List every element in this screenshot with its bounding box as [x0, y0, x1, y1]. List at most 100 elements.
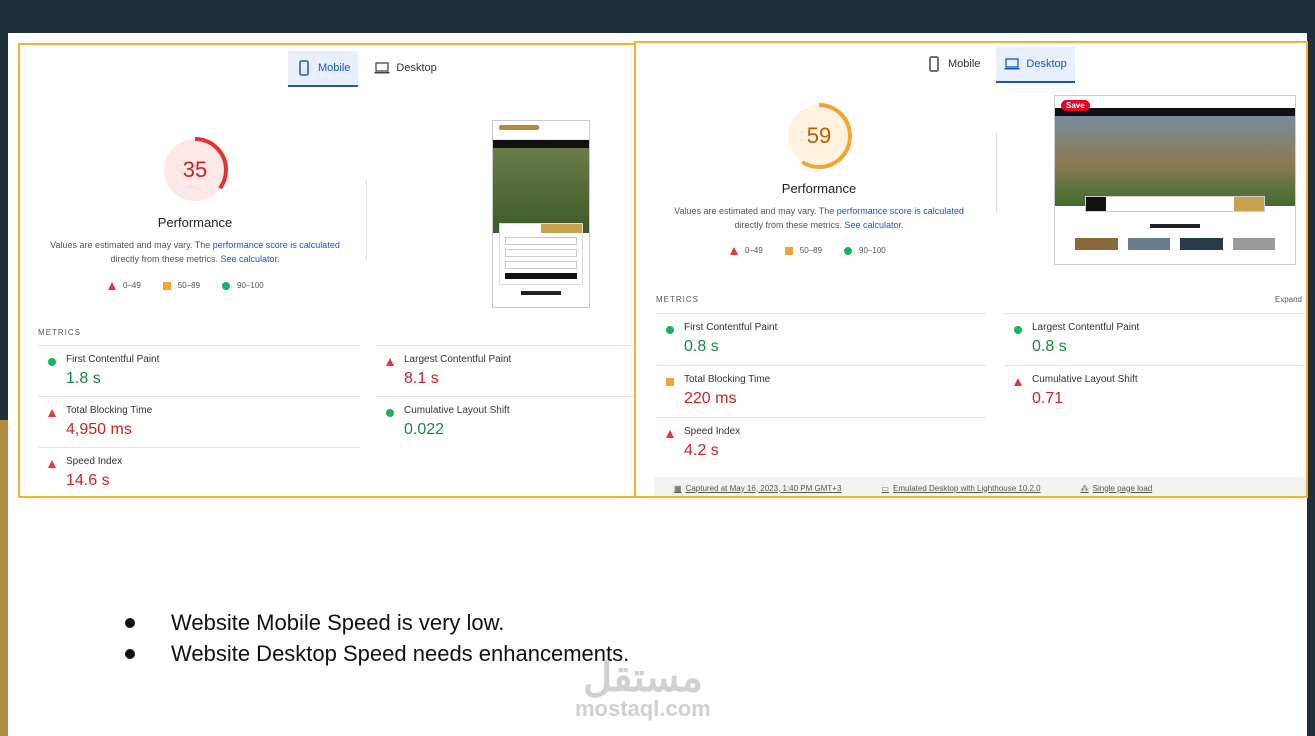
metric-row: Largest Contentful Paint 8.1 s — [376, 345, 634, 397]
triangle-icon — [730, 246, 738, 255]
square-icon — [162, 281, 171, 290]
triangle-icon — [666, 430, 674, 438]
square-icon — [784, 246, 793, 255]
metric-row: Largest Contentful Paint 0.8 s — [1004, 313, 1304, 365]
bullet-dot — [125, 617, 135, 628]
emulated-text: Emulated Desktop with Lighthouse 10.2.0 — [892, 483, 1041, 493]
divider — [996, 133, 997, 213]
note-text: Values are estimated and may vary. The — [674, 206, 837, 216]
metric-value: 14.6 s — [66, 472, 110, 489]
metric-row: Cumulative Layout Shift 0.022 — [376, 396, 634, 448]
devices-icon: ▭ — [881, 483, 889, 493]
circle-icon — [1014, 326, 1022, 334]
tab-desktop[interactable]: Desktop — [366, 51, 444, 85]
legend-poor-label: 0–49 — [123, 281, 141, 290]
mobile-score-gauge: 35 — [160, 135, 230, 205]
metric-name: Largest Contentful Paint — [1032, 322, 1140, 333]
note-text-2: directly from these metrics. — [734, 220, 845, 230]
desktop-estimate-note: Values are estimated and may vary. The p… — [674, 204, 964, 232]
see-calculator-link[interactable]: See calculator. — [220, 254, 279, 264]
bullet-item: Website Mobile Speed is very low. — [125, 607, 629, 638]
metric-name: Speed Index — [66, 456, 123, 467]
bullet-text: Website Desktop Speed needs enhancements… — [171, 640, 630, 666]
tab-desktop-label: Desktop — [396, 62, 437, 74]
metric-value: 0.8 s — [1032, 338, 1067, 355]
single-page-load[interactable]: ⁂ Single page load — [1081, 484, 1153, 493]
desktop-metrics-title: METRICS — [656, 295, 699, 304]
performance-score-link[interactable]: performance score is calculated — [213, 240, 340, 250]
metric-row: Total Blocking Time 220 ms — [656, 365, 986, 417]
tab-mobile[interactable]: Mobile — [918, 47, 988, 81]
metric-name: Total Blocking Time — [684, 374, 771, 385]
legend-poor: 0–49 — [730, 246, 763, 255]
legend-average: 50–89 — [784, 246, 823, 255]
mobile-score-legend: 0–49 50–89 90–100 — [108, 281, 264, 290]
legend-average-label: 50–89 — [177, 281, 201, 290]
note-text: Values are estimated and may vary. The — [50, 240, 213, 250]
circle-icon — [386, 409, 394, 417]
watermark-latin: mostaql.com — [575, 696, 711, 721]
pinterest-save-badge[interactable]: Save — [1061, 100, 1090, 111]
phone-icon — [929, 56, 939, 72]
mostaql-watermark: مستقل mostaql.com — [575, 656, 711, 722]
legend-poor: 0–49 — [108, 281, 141, 290]
triangle-icon — [108, 281, 116, 290]
device-tabs: Mobile Desktop — [918, 47, 1075, 83]
metric-name: Cumulative Layout Shift — [1032, 374, 1138, 385]
desktop-score-gauge: 59 — [784, 101, 854, 171]
desktop-page-screenshot: Save — [1054, 95, 1296, 265]
metric-value: 1.8 s — [66, 370, 101, 387]
performance-score-link[interactable]: performance score is calculated — [837, 206, 964, 216]
metric-value: 0.71 — [1032, 390, 1064, 407]
square-icon — [666, 378, 674, 386]
captured-at: ▦ Captured at May 16, 2023, 1:40 PM GMT+3 — [674, 484, 841, 493]
triangle-icon — [1014, 378, 1022, 386]
mobile-score-value: 35 — [182, 157, 208, 182]
circle-icon — [48, 358, 56, 366]
metric-row: Speed Index 4.2 s — [656, 417, 986, 469]
triangle-icon — [48, 460, 56, 468]
device-tabs: Mobile Desktop — [288, 51, 445, 87]
tab-desktop-label: Desktop — [1026, 58, 1067, 70]
report-footer: ▦ Captured at May 16, 2023, 1:40 PM GMT+3… — [654, 477, 1306, 496]
tab-mobile-label: Mobile — [318, 62, 351, 74]
metric-name: Speed Index — [684, 426, 741, 437]
metric-name: Cumulative Layout Shift — [404, 405, 510, 416]
legend-good: 90–100 — [844, 246, 886, 255]
metric-row: Total Blocking Time 4,950 ms — [38, 396, 360, 448]
tab-mobile-label: Mobile — [948, 58, 981, 70]
laptop-icon — [374, 62, 390, 74]
bullet-item: Website Desktop Speed needs enhancements… — [125, 638, 629, 669]
see-calculator-link[interactable]: See calculator. — [844, 220, 903, 230]
bullet-dot — [125, 648, 135, 659]
single-text: Single page load — [1092, 483, 1153, 493]
metric-row: First Contentful Paint 0.8 s — [656, 313, 986, 365]
circle-icon — [222, 281, 231, 290]
metric-name: Largest Contentful Paint — [404, 354, 512, 365]
legend-good-label: 90–100 — [237, 281, 264, 290]
laptop-icon — [1004, 58, 1020, 70]
metric-value: 4.2 s — [684, 442, 719, 459]
emulated-device[interactable]: ▭ Emulated Desktop with Lighthouse 10.2.0 — [881, 484, 1040, 493]
phone-icon — [299, 60, 309, 76]
watermark-arabic: مستقل — [582, 656, 703, 700]
tab-desktop[interactable]: Desktop — [996, 47, 1075, 83]
triangle-icon — [386, 358, 394, 366]
summary-bullets: Website Mobile Speed is very low. Websit… — [125, 607, 629, 669]
note-text-2: directly from these metrics. — [110, 254, 221, 264]
metric-value: 8.1 s — [404, 370, 439, 387]
expand-link[interactable]: Expand — [1275, 295, 1302, 304]
metric-row: First Contentful Paint 1.8 s — [38, 345, 360, 397]
metric-row: Speed Index 14.6 s — [38, 447, 360, 496]
metric-value: 0.022 — [404, 421, 445, 438]
legend-poor-label: 0–49 — [745, 246, 763, 255]
desktop-score-legend: 0–49 50–89 90–100 — [730, 246, 886, 255]
triangle-icon — [48, 409, 56, 417]
legend-average-label: 50–89 — [799, 246, 823, 255]
legend-average: 50–89 — [162, 281, 201, 290]
nodes-icon: ⁂ — [1080, 483, 1089, 493]
tab-mobile[interactable]: Mobile — [288, 51, 359, 87]
metric-value: 4,950 ms — [66, 421, 132, 438]
metric-name: First Contentful Paint — [66, 354, 160, 365]
mobile-page-screenshot — [492, 120, 590, 308]
